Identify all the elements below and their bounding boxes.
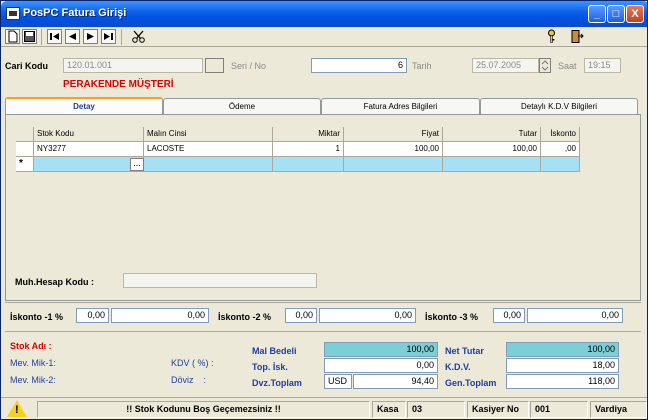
- app-icon: [6, 7, 20, 20]
- first-record-icon[interactable]: [47, 29, 62, 44]
- kdv-value: 18,00: [506, 358, 619, 373]
- new-row-malin-cinsi[interactable]: [144, 157, 273, 172]
- new-row-stok-kodu[interactable]: [34, 157, 144, 172]
- tarih-label: Tarih: [412, 61, 432, 71]
- iskonto-2-percent[interactable]: 0,00: [285, 308, 317, 323]
- mev-mik-1-label: Mev. Mik-1:: [10, 358, 56, 368]
- mev-mik-2-label: Mev. Mik-2:: [10, 375, 56, 385]
- tab-fatura-adres[interactable]: Fatura Adres Bilgileri: [321, 98, 480, 115]
- currency-field[interactable]: USD: [324, 374, 352, 389]
- stok-lookup-button[interactable]: ...: [130, 158, 144, 171]
- kasa-label: Kasa: [372, 401, 406, 418]
- cell-malin-cinsi[interactable]: LACOSTE: [144, 142, 273, 157]
- previous-record-icon[interactable]: [65, 29, 80, 44]
- net-tutar-value: 100,00: [506, 342, 619, 357]
- column-header[interactable]: Stok Kodu: [34, 127, 144, 142]
- iskonto-3-amount[interactable]: 0,00: [527, 308, 623, 323]
- toolbar-separator: [121, 29, 122, 45]
- seri-no-field[interactable]: 6: [311, 58, 407, 73]
- kasiyer-value: 001: [530, 401, 588, 418]
- status-message: !! Stok Kodunu Boş Geçemezsiniz !!: [37, 401, 370, 418]
- stok-adi-label: Stok Adı :: [10, 341, 52, 351]
- column-header[interactable]: İskonto: [541, 127, 580, 142]
- kasiyer-label: Kasiyer No: [467, 401, 529, 418]
- exit-door-icon[interactable]: [569, 29, 584, 44]
- iskonto-3-percent[interactable]: 0,00: [493, 308, 525, 323]
- divider: [5, 302, 641, 303]
- kdv-percent-label: KDV ( %) :: [171, 358, 214, 368]
- scissors-icon[interactable]: [131, 29, 146, 44]
- muh-hesap-label: Muh.Hesap Kodu :: [15, 277, 94, 287]
- tab-detay[interactable]: Detay: [5, 97, 163, 115]
- saat-field[interactable]: 19:15: [584, 58, 621, 73]
- cell-miktar[interactable]: 1: [273, 142, 344, 157]
- gen-toplam-label: Gen.Toplam: [445, 378, 497, 388]
- new-row-iskonto[interactable]: [541, 157, 580, 172]
- column-header[interactable]: Fiyat: [344, 127, 443, 142]
- cell-stok-kodu[interactable]: NY3277: [34, 142, 144, 157]
- key-icon[interactable]: [544, 29, 559, 44]
- mal-bedeli-label: Mal Bedeli: [252, 346, 297, 356]
- row-indicator-header: [16, 127, 34, 142]
- dvz-toplam-label: Dvz.Toplam: [252, 378, 302, 388]
- next-record-icon[interactable]: [83, 29, 98, 44]
- column-header[interactable]: Malın Cinsi: [144, 127, 273, 142]
- top-isk-value: 0,00: [324, 358, 438, 373]
- iskonto-1-label: İskonto -1 %: [10, 312, 64, 322]
- dvz-toplam-value: 94,40: [353, 374, 438, 389]
- cari-kodu-field[interactable]: 120.01.001: [63, 58, 203, 73]
- mal-bedeli-value: 100,00: [324, 342, 438, 357]
- customer-name: PERAKENDE MÜŞTERİ: [63, 79, 174, 90]
- tab-odeme[interactable]: Ödeme: [163, 98, 321, 115]
- invoice-window: PosPC Fatura Girişi _ □ X Cari Kodu 120.…: [0, 0, 648, 420]
- new-row-miktar[interactable]: [273, 157, 344, 172]
- toolbar: [1, 27, 647, 47]
- last-record-icon[interactable]: [101, 29, 116, 44]
- maximize-button[interactable]: □: [607, 5, 625, 23]
- minimize-button[interactable]: _: [588, 5, 606, 23]
- cell-tutar[interactable]: 100,00: [443, 142, 541, 157]
- window-title: PosPC Fatura Girişi: [23, 7, 127, 19]
- divider: [5, 331, 641, 332]
- cell-iskonto[interactable]: ,00: [541, 142, 580, 157]
- cell-fiyat[interactable]: 100,00: [344, 142, 443, 157]
- iskonto-2-amount[interactable]: 0,00: [319, 308, 416, 323]
- row-indicator[interactable]: [16, 142, 34, 157]
- column-header[interactable]: Tutar: [443, 127, 541, 142]
- tarih-field[interactable]: 25.07.2005: [472, 58, 539, 73]
- iskonto-1-percent[interactable]: 0,00: [76, 308, 109, 323]
- cari-kodu-label: Cari Kodu: [5, 61, 49, 71]
- toolbar-separator: [41, 29, 42, 45]
- new-row-fiyat[interactable]: [344, 157, 443, 172]
- top-isk-label: Top. İsk.: [252, 362, 288, 372]
- title-bar[interactable]: PosPC Fatura Girişi _ □ X: [1, 1, 647, 27]
- new-row-marker[interactable]: *: [16, 157, 34, 172]
- vardiya-label: Vardiya: [590, 401, 647, 418]
- warning-icon-mark: !: [15, 404, 19, 416]
- column-header[interactable]: Miktar: [273, 127, 344, 142]
- net-tutar-label: Net Tutar: [445, 346, 484, 356]
- close-button[interactable]: X: [626, 5, 644, 23]
- iskonto-1-amount[interactable]: 0,00: [111, 308, 209, 323]
- iskonto-3-label: İskonto -3 %: [425, 312, 479, 322]
- doviz-label: Döviz :: [171, 375, 207, 385]
- iskonto-2-label: İskonto -2 %: [218, 312, 272, 322]
- gen-toplam-value: 118,00: [506, 374, 619, 389]
- kasa-value: 03: [407, 401, 465, 418]
- new-document-icon[interactable]: [5, 29, 20, 44]
- save-icon[interactable]: [22, 29, 37, 44]
- seri-no-label: Seri / No: [231, 61, 267, 71]
- cari-lookup-button[interactable]: [205, 58, 224, 73]
- saat-label: Saat: [558, 61, 577, 71]
- new-row-tutar[interactable]: [443, 157, 541, 172]
- kdv-label: K.D.V.: [445, 362, 471, 372]
- muh-hesap-field[interactable]: [123, 273, 317, 288]
- tab-detayli-kdv[interactable]: Detaylı K.D.V Bilgileri: [480, 98, 638, 115]
- date-spinner[interactable]: [539, 58, 551, 73]
